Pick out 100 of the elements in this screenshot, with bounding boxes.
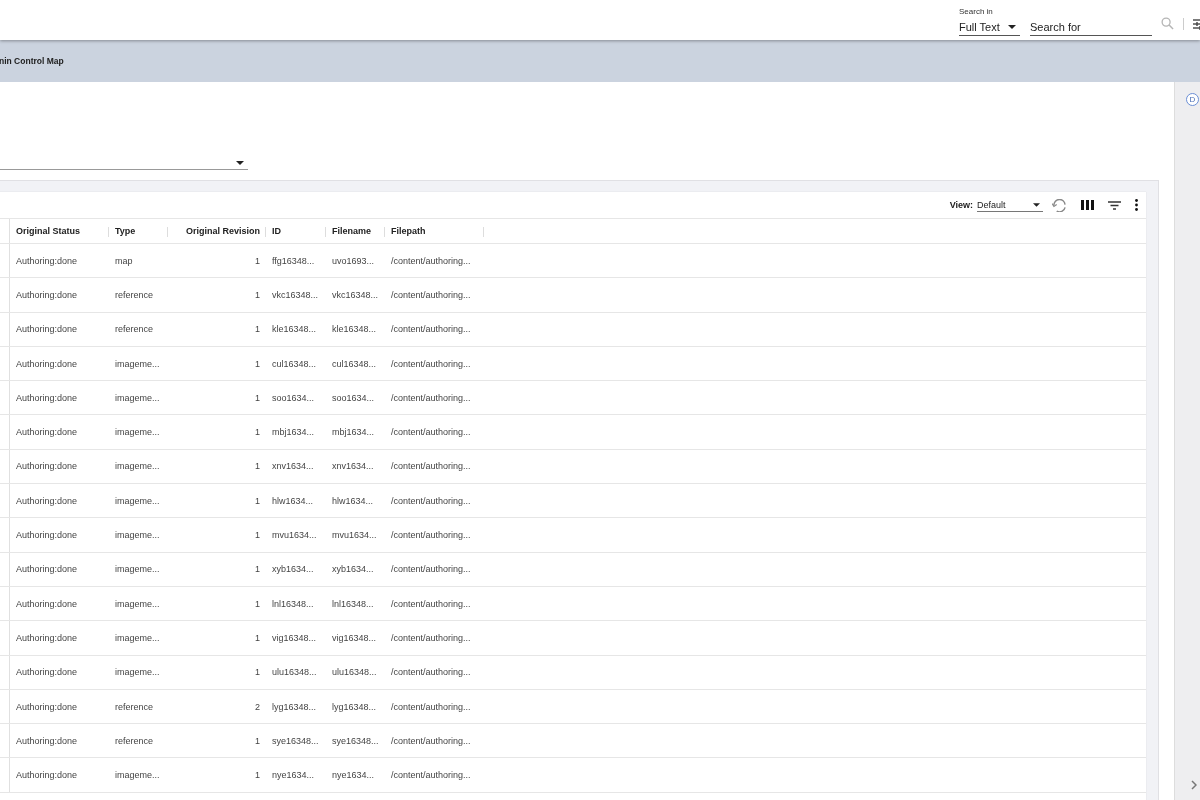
table-cell: /content/authoring... bbox=[391, 495, 471, 506]
search-scope-dropdown[interactable]: Full Text bbox=[959, 18, 1020, 36]
table-cell: Authoring:done bbox=[16, 701, 78, 712]
table-cell: imageme... bbox=[115, 358, 160, 369]
table-cell: xnv1634... bbox=[272, 461, 314, 472]
table-cell: Authoring:done bbox=[16, 358, 78, 369]
table-cell: Authoring:done bbox=[16, 255, 78, 266]
table-cell: 1 bbox=[255, 392, 260, 403]
table-cell: reference bbox=[115, 735, 154, 746]
column-header[interactable]: Filename bbox=[332, 226, 371, 236]
table-cell: kle16348... bbox=[332, 324, 377, 335]
table-cell: mvu1634... bbox=[272, 530, 317, 540]
table-cell: Authoring:done bbox=[16, 564, 78, 575]
table-cell: lyg16348... bbox=[332, 701, 377, 712]
table-cell: Authoring:done bbox=[16, 530, 78, 540]
table-cell: Authoring:done bbox=[16, 598, 78, 609]
table-cell: Authoring:done bbox=[16, 632, 78, 643]
table-cell: ulu16348... bbox=[332, 667, 377, 678]
table-cell: sye16348... bbox=[272, 735, 319, 746]
table-cell: imageme... bbox=[115, 667, 160, 678]
column-header[interactable]: Original Status bbox=[16, 226, 80, 236]
table-cell: imageme... bbox=[115, 530, 160, 540]
table-cell: reference bbox=[115, 701, 154, 712]
table-cell: 2 bbox=[255, 701, 260, 712]
table-cell: lyg16348... bbox=[272, 701, 317, 712]
table-cell: 1 bbox=[255, 530, 260, 540]
table-cell: ffg16348... bbox=[272, 255, 315, 266]
table-cell: vkc16348... bbox=[272, 289, 319, 300]
table-cell: 1 bbox=[255, 667, 260, 678]
table-cell: xnv1634... bbox=[332, 461, 374, 472]
table-cell: reference bbox=[115, 289, 154, 300]
column-header[interactable]: Filepath bbox=[391, 226, 426, 236]
table-cell: nye1634... bbox=[332, 770, 375, 781]
table-cell: vkc16348... bbox=[332, 289, 379, 300]
table-cell: 1 bbox=[255, 735, 260, 746]
table-cell: Authoring:done bbox=[16, 667, 78, 678]
table-cell: /content/authoring... bbox=[391, 427, 471, 438]
table-cell: sye16348... bbox=[332, 735, 379, 746]
table-cell: vig16348... bbox=[332, 632, 377, 643]
chevron-right-icon[interactable] bbox=[1191, 780, 1197, 790]
caret-icon bbox=[1008, 24, 1016, 29]
table-cell: /content/authoring... bbox=[391, 770, 471, 781]
table-cell: cul16348... bbox=[332, 358, 377, 369]
table-cell: imageme... bbox=[115, 461, 160, 472]
table-cell: 1 bbox=[255, 289, 260, 300]
table-cell: map bbox=[115, 255, 133, 266]
table-cell: /content/authoring... bbox=[391, 598, 471, 609]
column-header[interactable]: ID bbox=[272, 226, 281, 236]
table-cell: /content/authoring... bbox=[391, 667, 471, 678]
table-cell: /content/authoring... bbox=[391, 564, 471, 575]
column-header[interactable]: Type bbox=[115, 226, 136, 236]
avatar[interactable]: D bbox=[1186, 93, 1199, 106]
table-cell: /content/authoring... bbox=[391, 392, 471, 403]
table-cell: imageme... bbox=[115, 427, 160, 438]
table-cell: mbj1634... bbox=[272, 427, 315, 438]
dropdown-field[interactable] bbox=[0, 158, 248, 170]
table-cell: hlw1634... bbox=[272, 495, 314, 506]
table-cell: Authoring:done bbox=[16, 324, 78, 335]
table-cell: imageme... bbox=[115, 598, 160, 609]
table-cell: /content/authoring... bbox=[391, 735, 471, 746]
table-cell: 1 bbox=[255, 770, 260, 781]
table-cell: lnl16348... bbox=[272, 598, 314, 609]
table-cell: kle16348... bbox=[272, 324, 317, 335]
table-cell: 1 bbox=[255, 427, 260, 438]
table-cell: imageme... bbox=[115, 495, 160, 506]
table-cell: Authoring:done bbox=[16, 427, 78, 438]
table-cell: 1 bbox=[255, 358, 260, 369]
table-cell: /content/authoring... bbox=[391, 289, 471, 300]
more-icon[interactable] bbox=[1135, 199, 1138, 211]
view-label: View: bbox=[949, 200, 973, 210]
table-cell: soo1634... bbox=[332, 392, 375, 403]
table-cell: 1 bbox=[255, 495, 260, 506]
table-cell: /content/authoring... bbox=[391, 701, 471, 712]
table-cell: uvo1693... bbox=[332, 255, 375, 266]
column-header[interactable]: Original Revision bbox=[185, 226, 260, 236]
table-cell: /content/authoring... bbox=[391, 530, 471, 540]
table-cell: cul16348... bbox=[272, 358, 317, 369]
table-cell: 1 bbox=[255, 461, 260, 472]
table-cell: lnl16348... bbox=[332, 598, 374, 609]
table-cell: soo1634... bbox=[272, 392, 315, 403]
table-cell: ulu16348... bbox=[272, 667, 317, 678]
columns-icon[interactable] bbox=[1081, 200, 1094, 210]
table-cell: xyb1634... bbox=[272, 564, 314, 575]
breadcrumb-link[interactable]: nin Control Map bbox=[0, 56, 64, 66]
table-cell: imageme... bbox=[115, 632, 160, 643]
refresh-icon[interactable] bbox=[1052, 198, 1067, 212]
table-cell: 1 bbox=[255, 255, 260, 266]
filter-icon[interactable] bbox=[1108, 200, 1121, 210]
table-cell: 1 bbox=[255, 564, 260, 575]
table-cell: mvu1634... bbox=[332, 530, 377, 540]
table-cell: Authoring:done bbox=[16, 289, 78, 300]
table-cell: /content/authoring... bbox=[391, 461, 471, 472]
table-cell: Authoring:done bbox=[16, 392, 78, 403]
caret-icon bbox=[236, 161, 244, 165]
table-cell: Authoring:done bbox=[16, 495, 78, 506]
search-in-label: Search in bbox=[959, 7, 994, 16]
table-cell: /content/authoring... bbox=[391, 324, 471, 335]
caret-icon bbox=[1033, 202, 1040, 207]
view-dropdown[interactable]: Default bbox=[977, 198, 1043, 212]
table-cell: nye1634... bbox=[272, 770, 315, 781]
